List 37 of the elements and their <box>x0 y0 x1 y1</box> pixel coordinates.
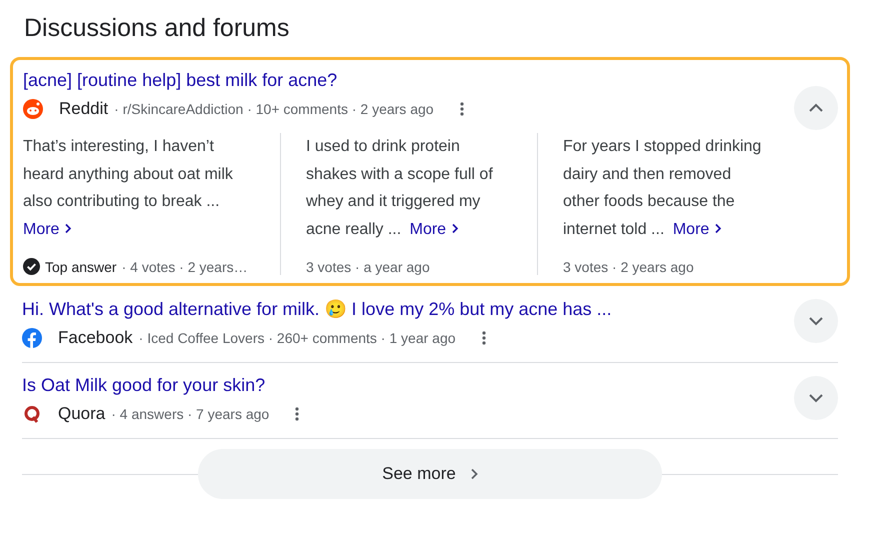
chevron-down-icon <box>808 316 824 326</box>
more-link[interactable]: More <box>23 220 72 238</box>
result-title[interactable]: Is Oat Milk good for your skin? <box>22 375 266 396</box>
more-options-icon[interactable] <box>482 330 486 346</box>
alien-head-icon <box>23 99 43 119</box>
chevron-right-icon <box>470 468 478 480</box>
answer-meta: · 4 votes · 2 years… <box>122 258 248 274</box>
result-title[interactable]: [acne] [routine help] best milk for acne? <box>23 70 338 91</box>
answer-snippet: That’s interesting, I haven’t heard anything about oat milk also contributing to break ... More <box>23 137 234 240</box>
section-heading: Discussions and forums <box>24 14 290 43</box>
f-circle-icon <box>22 328 42 348</box>
answer-meta: 3 votes · 2 years ago <box>563 259 694 275</box>
chevron-up-icon <box>808 103 824 113</box>
source-name: Facebook <box>58 328 133 348</box>
more-options-icon[interactable] <box>295 406 300 422</box>
answer-meta: 3 votes · a year ago <box>306 259 430 275</box>
result-title[interactable]: Hi. What's a good alternative for milk. 🥲 I love my 2% but my acne has ... <box>22 298 612 320</box>
source-name: Quora <box>58 404 106 424</box>
source-name: Reddit <box>59 99 108 119</box>
answer-snippet: I used to drink protein shakes with a scope full of whey and it triggered my acne really ... More <box>306 137 494 240</box>
source-details: · r/SkincareAddiction · 10+ comments · 2 years ago <box>114 101 434 117</box>
top-answer-label: Top answer <box>45 258 117 274</box>
chevron-right-icon <box>450 222 459 234</box>
q-letter-icon <box>22 404 42 424</box>
source-details: · 4 answers · 7 years ago <box>111 406 270 422</box>
expand-toggle[interactable] <box>794 376 838 420</box>
expand-toggle[interactable] <box>794 86 838 130</box>
more-link[interactable]: More <box>672 220 722 238</box>
see-more-button[interactable]: See more <box>198 449 662 499</box>
more-options-icon[interactable] <box>460 101 464 117</box>
answer-snippet: For years I stopped drinking dairy and then removed other foods because the internet told ... More <box>563 137 762 240</box>
chevron-down-icon <box>808 392 824 402</box>
expand-toggle[interactable] <box>794 299 838 343</box>
source-details: · Iced Coffee Lovers · 260+ comments · 1 year ago <box>138 330 456 346</box>
more-link[interactable]: More <box>410 220 459 238</box>
chevron-right-icon <box>714 222 722 234</box>
chevron-right-icon <box>64 222 72 234</box>
